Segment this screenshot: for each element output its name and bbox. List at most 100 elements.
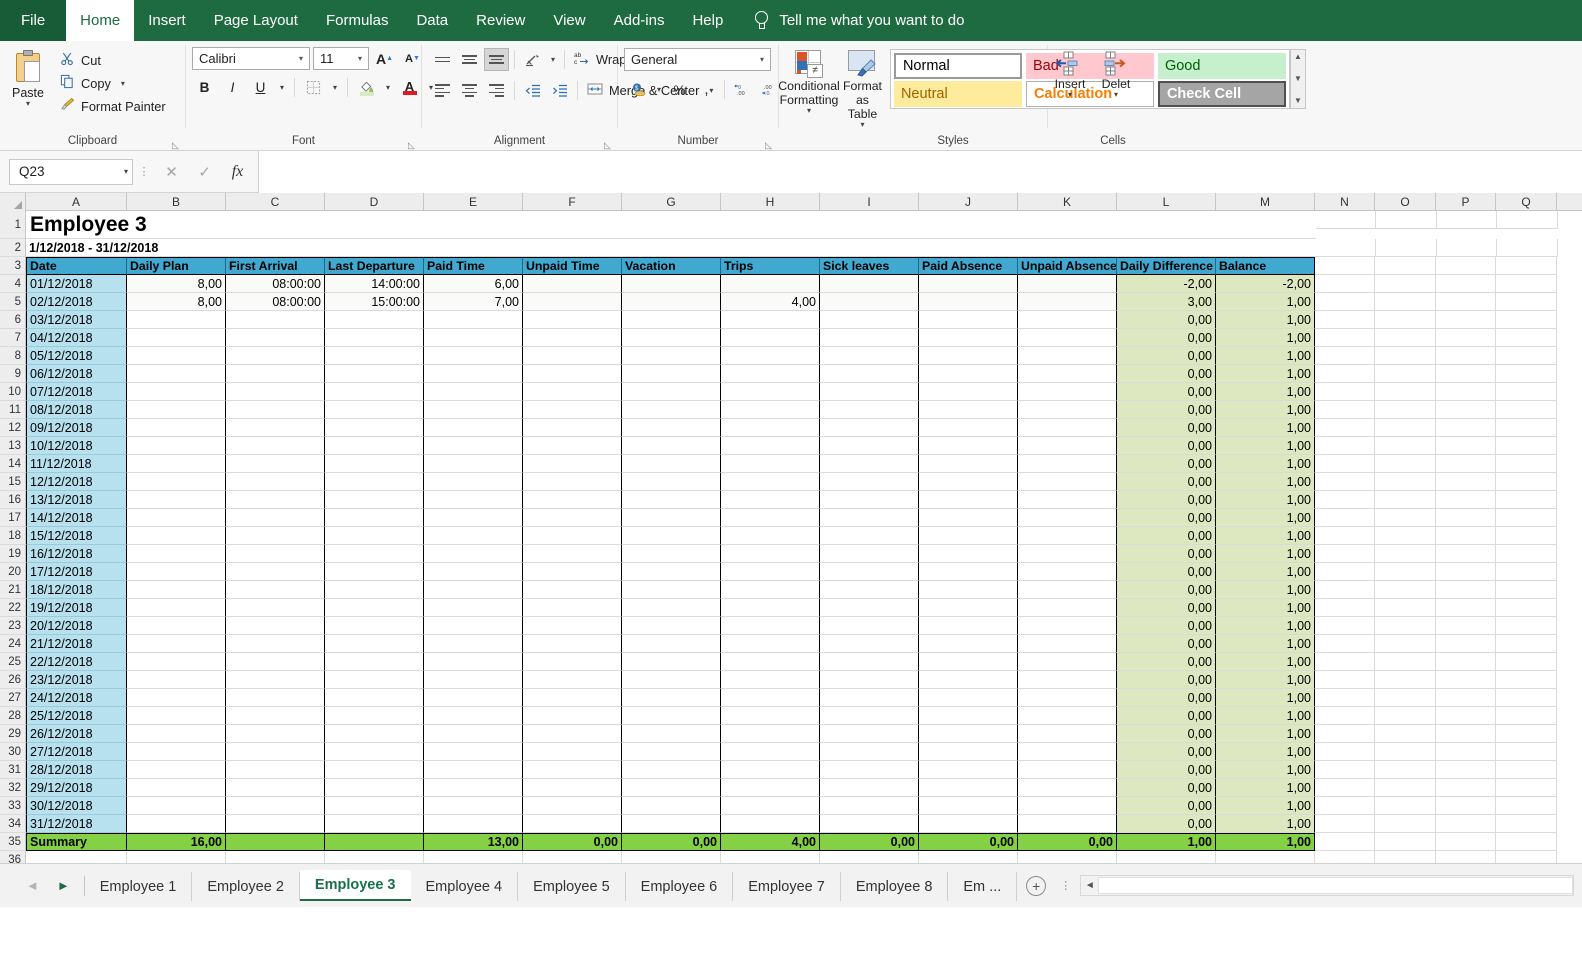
align-middle-button[interactable] [457,48,482,71]
grid-cell[interactable] [1315,653,1375,671]
grid-cell[interactable] [127,851,226,863]
row-header-6[interactable]: 6 [0,311,26,329]
grid-cell[interactable] [1375,545,1436,563]
chevron-down-icon[interactable]: ▾ [121,79,125,87]
cell-unpaid_abs[interactable] [1018,311,1117,329]
column-header-F[interactable]: F [523,193,622,211]
row-header-4[interactable]: 4 [0,275,26,293]
cell-trips[interactable] [721,815,820,833]
cell-balance[interactable]: 1,00 [1216,707,1315,725]
grid-cell[interactable] [622,851,721,863]
row-header-12[interactable]: 12 [0,419,26,437]
grid-cell[interactable] [1436,329,1496,347]
page-title[interactable]: Employee 3 [26,211,1316,239]
cell-unpaid[interactable] [523,473,622,491]
cell-paid[interactable] [424,509,523,527]
grid-cell[interactable] [1436,275,1496,293]
fill-color-button[interactable] [354,76,379,99]
row-header-24[interactable]: 24 [0,635,26,653]
cell-balance[interactable]: 1,00 [1216,293,1315,311]
cell-balance[interactable]: 1,00 [1216,743,1315,761]
cell-date[interactable]: 29/12/2018 [26,779,127,797]
insert-function-button[interactable]: fx [221,159,254,185]
grid-cell[interactable] [1436,419,1496,437]
cell-paid_abs[interactable] [919,653,1018,671]
grid-cell[interactable] [1436,599,1496,617]
cell-unpaid_abs[interactable] [1018,455,1117,473]
cell-unpaid_abs[interactable] [1018,725,1117,743]
cell-balance[interactable]: 1,00 [1216,815,1315,833]
grid-cell[interactable] [1496,563,1557,581]
cell-unpaid[interactable] [523,617,622,635]
cell-unpaid[interactable] [523,365,622,383]
cell-paid_abs[interactable] [919,671,1018,689]
grid-cell[interactable] [1496,599,1557,617]
cell-sick[interactable] [820,761,919,779]
cell-paid_abs[interactable] [919,365,1018,383]
cell-unpaid[interactable] [523,779,622,797]
cell-diff[interactable]: 0,00 [1117,329,1216,347]
cell-paid[interactable] [424,365,523,383]
cell-vacation[interactable] [622,563,721,581]
grid-cell[interactable] [1315,311,1375,329]
cell-balance[interactable]: 1,00 [1216,329,1315,347]
grid-cell[interactable] [820,851,919,863]
row-header-11[interactable]: 11 [0,401,26,419]
grid-cell[interactable] [1496,635,1557,653]
grid-cell[interactable] [1375,563,1436,581]
grid-cell[interactable] [1375,671,1436,689]
cell-sick[interactable] [820,797,919,815]
cell-diff[interactable]: 0,00 [1117,365,1216,383]
cell-last[interactable] [325,815,424,833]
number-dialog-launcher[interactable]: ◺ [764,141,773,150]
cell-unpaid[interactable] [523,437,622,455]
grid-cell[interactable] [1496,581,1557,599]
cell-sick[interactable] [820,581,919,599]
conditional-formatting-button[interactable]: ≠ Conditional Formatting ▾ [778,49,840,115]
grid-cell[interactable] [1315,329,1375,347]
cell-trips[interactable] [721,365,820,383]
cell-trips[interactable] [721,527,820,545]
cell-first[interactable] [226,761,325,779]
cell-unpaid[interactable] [523,635,622,653]
cell-paid[interactable] [424,311,523,329]
cell-sick[interactable] [820,383,919,401]
cell-vacation[interactable] [622,329,721,347]
cell-vacation[interactable] [622,365,721,383]
cell-sick[interactable] [820,365,919,383]
cell-date[interactable]: 15/12/2018 [26,527,127,545]
cell-last[interactable] [325,437,424,455]
grid-cell[interactable] [1436,815,1496,833]
cell-unpaid_abs[interactable] [1018,365,1117,383]
cell-paid_abs[interactable] [919,293,1018,311]
grid-cell[interactable] [1375,797,1436,815]
ribbon-tab-formulas[interactable]: Formulas [312,0,403,41]
grid-cell[interactable] [1315,581,1375,599]
cell-last[interactable] [325,455,424,473]
cell-plan[interactable]: 8,00 [127,275,226,293]
grid-cell[interactable] [1375,347,1436,365]
cell-unpaid[interactable] [523,815,622,833]
row-header-15[interactable]: 15 [0,473,26,491]
cell-sick[interactable] [820,509,919,527]
column-header-M[interactable]: M [1216,193,1315,211]
cell-date[interactable]: 08/12/2018 [26,401,127,419]
cell-vacation[interactable] [622,635,721,653]
row-header-32[interactable]: 32 [0,779,26,797]
grid-cell[interactable] [1375,581,1436,599]
grid-cell[interactable] [1496,311,1557,329]
cell-paid[interactable] [424,401,523,419]
cell-sick[interactable] [820,473,919,491]
grid-cell[interactable] [1315,383,1375,401]
grid-cell[interactable] [1436,851,1496,863]
cell-paid_abs[interactable] [919,455,1018,473]
grid-cell[interactable] [1375,257,1436,275]
grid-cell[interactable] [1375,653,1436,671]
grid-cell[interactable] [523,851,622,863]
cell-unpaid[interactable] [523,563,622,581]
cell-balance[interactable]: 1,00 [1216,599,1315,617]
previous-sheet-button[interactable]: ◄ [26,878,39,893]
cell-vacation[interactable] [622,383,721,401]
cell-diff[interactable]: 0,00 [1117,635,1216,653]
grid-cell[interactable] [1315,401,1375,419]
